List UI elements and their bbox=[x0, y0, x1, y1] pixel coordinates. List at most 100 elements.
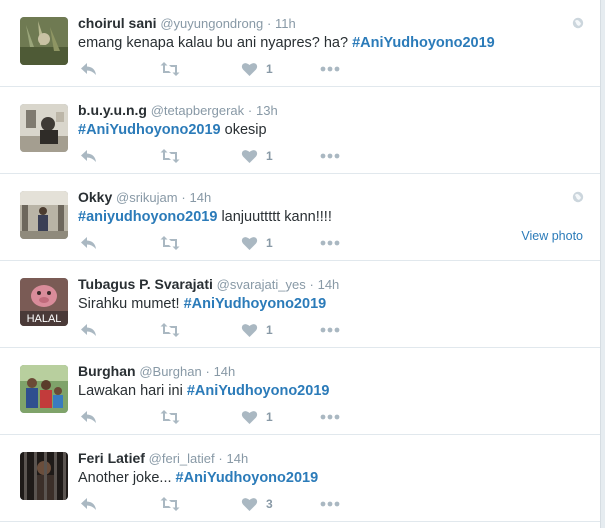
tweet-body: emang kenapa kalau bu ani nyapres? ha? bbox=[78, 35, 349, 51]
avatar[interactable] bbox=[20, 191, 68, 239]
reply-icon[interactable] bbox=[80, 496, 97, 512]
reply-icon[interactable] bbox=[80, 235, 97, 251]
separator-dot: · bbox=[247, 103, 253, 118]
retweet-icon[interactable] bbox=[160, 235, 180, 251]
like-count: 1 bbox=[266, 410, 273, 424]
tweet-text: Another joke... #AniYudhoyono2019 bbox=[78, 469, 318, 487]
reply-icon[interactable] bbox=[80, 322, 97, 338]
retweet-icon[interactable] bbox=[160, 148, 180, 164]
separator-dot: · bbox=[266, 16, 272, 31]
reply-icon[interactable] bbox=[80, 409, 97, 425]
tweet[interactable]: Feri Latief @feri_latief · 14h Another j… bbox=[0, 435, 600, 522]
heart-icon[interactable] bbox=[241, 496, 258, 512]
like-count: 1 bbox=[266, 323, 273, 337]
hashtag-link[interactable]: #AniYudhoyono2019 bbox=[352, 35, 495, 51]
tweet[interactable]: Burghan @Burghan · 14h Lawakan hari ini … bbox=[0, 348, 600, 435]
tweet-header: Tubagus P. Svarajati @svarajati_yes · 14… bbox=[78, 276, 339, 293]
retweet-icon[interactable] bbox=[160, 61, 180, 77]
timeline: choirul sani @yuyungondrong · 11h emang … bbox=[0, 0, 601, 528]
username[interactable]: @feri_latief bbox=[149, 451, 215, 466]
globe-icon[interactable] bbox=[572, 191, 584, 203]
tweet-text: #aniyudhoyono2019 lanjuuttttt kann!!!! bbox=[78, 208, 332, 226]
username[interactable]: @srikujam bbox=[116, 190, 178, 205]
hashtag-link[interactable]: #AniYudhoyono2019 bbox=[187, 383, 330, 399]
fullname[interactable]: Tubagus P. Svarajati bbox=[78, 276, 213, 292]
username[interactable]: @yuyungondrong bbox=[160, 16, 263, 31]
tweet[interactable]: Okky @srikujam · 14h #aniyudhoyono2019 l… bbox=[0, 174, 600, 261]
tweet-header: Feri Latief @feri_latief · 14h bbox=[78, 450, 248, 467]
username[interactable]: @Burghan bbox=[139, 364, 201, 379]
timestamp[interactable]: 14h bbox=[227, 451, 249, 466]
avatar[interactable] bbox=[20, 365, 68, 413]
timestamp[interactable]: 14h bbox=[214, 364, 236, 379]
globe-icon[interactable] bbox=[572, 17, 584, 29]
separator-dot: · bbox=[205, 364, 210, 379]
more-icon[interactable] bbox=[320, 235, 340, 251]
tweet-actions: 1 bbox=[78, 322, 358, 338]
more-icon[interactable] bbox=[320, 409, 340, 425]
tweet[interactable]: b.u.y.u.n.g @tetapbergerak · 13h #AniYud… bbox=[0, 87, 600, 174]
hashtag-link[interactable]: #AniYudhoyono2019 bbox=[176, 470, 319, 486]
avatar-image bbox=[20, 17, 68, 65]
tweet-text: Lawakan hari ini #AniYudhoyono2019 bbox=[78, 382, 329, 400]
like-count: 1 bbox=[266, 236, 273, 250]
fullname[interactable]: Burghan bbox=[78, 363, 136, 379]
tweet-text: #AniYudhoyono2019 okesip bbox=[78, 121, 267, 139]
hashtag-link[interactable]: #AniYudhoyono2019 bbox=[78, 122, 221, 138]
heart-icon[interactable] bbox=[241, 61, 258, 77]
separator-dot: · bbox=[218, 451, 223, 466]
heart-icon[interactable] bbox=[241, 148, 258, 164]
username[interactable]: @svarajati_yes bbox=[217, 277, 306, 292]
hashtag-link[interactable]: #aniyudhoyono2019 bbox=[78, 209, 217, 225]
fullname[interactable]: b.u.y.u.n.g bbox=[78, 102, 147, 118]
tweet-actions: 1 bbox=[78, 61, 358, 77]
tweet-body: okesip bbox=[224, 122, 267, 138]
timestamp[interactable]: 14h bbox=[189, 190, 211, 205]
fullname[interactable]: Okky bbox=[78, 189, 112, 205]
avatar[interactable] bbox=[20, 452, 68, 500]
avatar[interactable] bbox=[20, 17, 68, 65]
like-count: 1 bbox=[266, 149, 273, 163]
avatar[interactable]: HALAL bbox=[20, 278, 68, 326]
tweet-body: Lawakan hari ini bbox=[78, 383, 183, 399]
more-icon[interactable] bbox=[320, 496, 340, 512]
timestamp[interactable]: 11h bbox=[275, 16, 296, 31]
tweet-body: Another joke... bbox=[78, 470, 172, 486]
tweet-actions: 1 bbox=[78, 148, 358, 164]
timestamp[interactable]: 13h bbox=[256, 103, 278, 118]
separator-dot: · bbox=[181, 190, 186, 205]
tweet-header: Burghan @Burghan · 14h bbox=[78, 363, 235, 380]
heart-icon[interactable] bbox=[241, 409, 258, 425]
tweet-actions: 3 bbox=[78, 496, 358, 512]
reply-icon[interactable] bbox=[80, 148, 97, 164]
more-icon[interactable] bbox=[320, 148, 340, 164]
tweet[interactable]: HALAL Tubagus P. Svarajati @svarajati_ye… bbox=[0, 261, 600, 348]
avatar-image bbox=[20, 191, 68, 239]
tweet-body: lanjuuttttt kann!!!! bbox=[221, 209, 332, 225]
tweet-body: Sirahku mumet! bbox=[78, 296, 180, 312]
tweet-text: Sirahku mumet! #AniYudhoyono2019 bbox=[78, 295, 326, 313]
timestamp[interactable]: 14h bbox=[318, 277, 340, 292]
like-count: 1 bbox=[266, 62, 273, 76]
fullname[interactable]: choirul sani bbox=[78, 15, 157, 31]
hashtag-link[interactable]: #AniYudhoyono2019 bbox=[184, 296, 327, 312]
more-icon[interactable] bbox=[320, 61, 340, 77]
avatar-badge-text: HALAL bbox=[27, 313, 62, 325]
retweet-icon[interactable] bbox=[160, 409, 180, 425]
fullname[interactable]: Feri Latief bbox=[78, 450, 145, 466]
retweet-icon[interactable] bbox=[160, 496, 180, 512]
tweet-header: Okky @srikujam · 14h bbox=[78, 189, 211, 206]
avatar[interactable] bbox=[20, 104, 68, 152]
separator-dot: · bbox=[309, 277, 314, 292]
heart-icon[interactable] bbox=[241, 322, 258, 338]
retweet-icon[interactable] bbox=[160, 322, 180, 338]
tweet[interactable]: choirul sani @yuyungondrong · 11h emang … bbox=[0, 0, 600, 87]
username[interactable]: @tetapbergerak bbox=[151, 103, 244, 118]
avatar-image: HALAL bbox=[20, 278, 68, 326]
more-icon[interactable] bbox=[320, 322, 340, 338]
view-photo-link[interactable]: View photo bbox=[521, 229, 583, 243]
reply-icon[interactable] bbox=[80, 61, 97, 77]
tweet-header: choirul sani @yuyungondrong · 11h bbox=[78, 15, 296, 32]
avatar-image bbox=[20, 365, 68, 413]
heart-icon[interactable] bbox=[241, 235, 258, 251]
